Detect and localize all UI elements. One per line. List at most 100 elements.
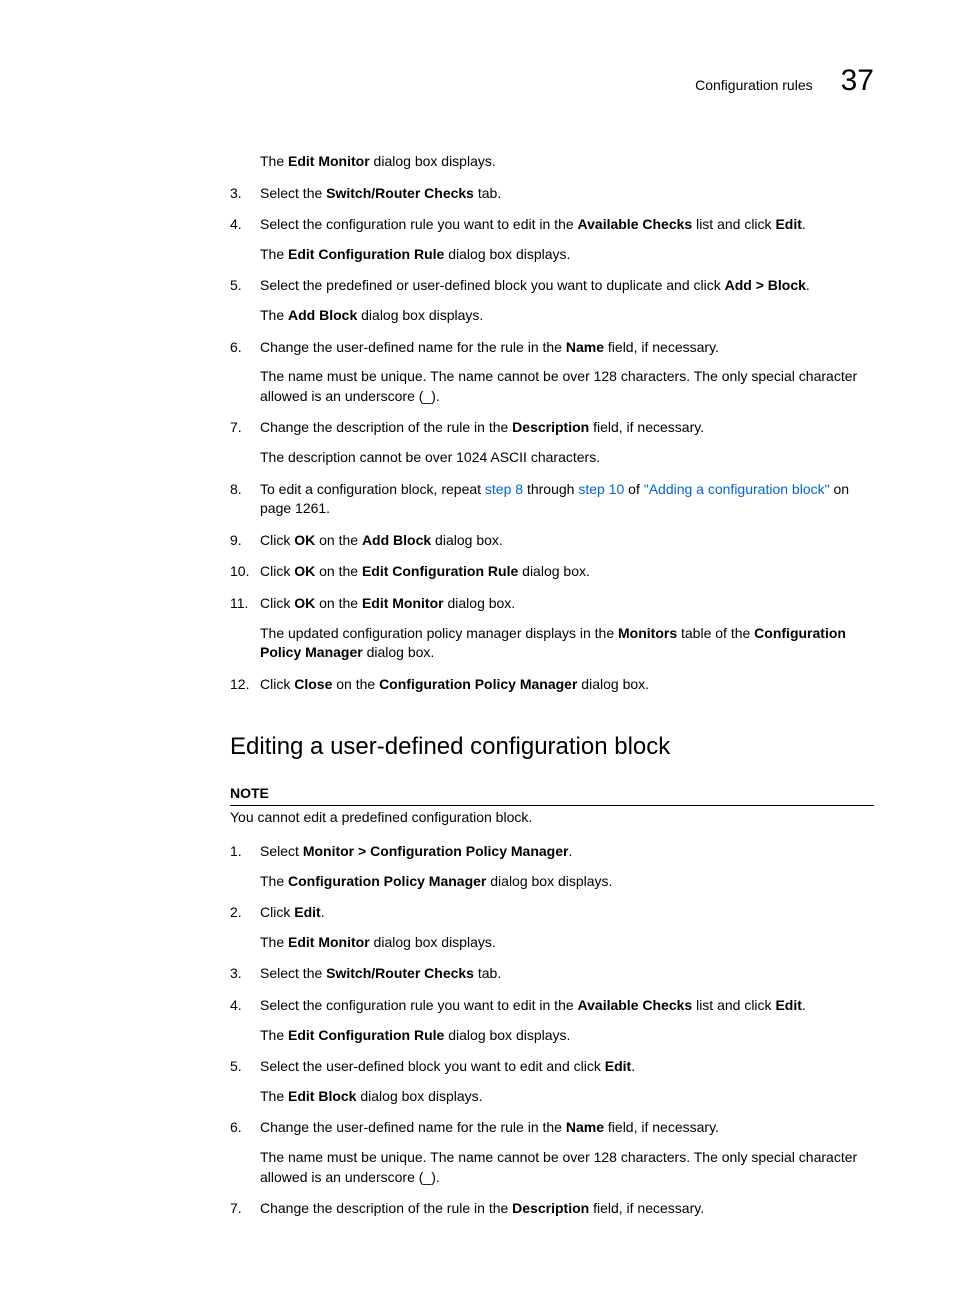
step-item: 6. Change the user-defined name for the r… (230, 1118, 874, 1187)
steps-list-1: 3.Select the Switch/Router Checks tab.4.… (230, 184, 874, 695)
step-item: 5.Select the predefined or user-defined … (230, 276, 874, 325)
text: Click (260, 532, 294, 548)
step-subtext: The updated configuration policy manager… (260, 624, 874, 663)
step-item: 6.Change the user-defined name for the r… (230, 338, 874, 407)
step-text: Select the Switch/Router Checks tab. (260, 184, 874, 204)
text: dialog box. (431, 532, 503, 548)
text: dialog box. (518, 563, 590, 579)
text: dialog box displays. (357, 307, 483, 323)
text: list and click (692, 216, 775, 232)
step-subtext: The description cannot be over 1024 ASCI… (260, 448, 874, 468)
step-text: Select Monitor > Configuration Policy Ma… (260, 842, 874, 862)
text: . (568, 843, 572, 859)
step-item: 7.Change the description of the rule in … (230, 1199, 874, 1219)
text: field, if necessary. (589, 1200, 704, 1216)
step-text: To edit a configuration block, repeat st… (260, 480, 874, 519)
text: Select the configuration rule you want t… (260, 997, 578, 1013)
text-bold: Edit (605, 1058, 631, 1074)
text: dialog box displays. (444, 246, 570, 262)
step-number: 10. (230, 562, 249, 582)
text-bold: Add > Block (725, 277, 806, 293)
step-item: 7.Change the description of the rule in … (230, 418, 874, 467)
text-bold: Description (512, 1200, 589, 1216)
text: Change the description of the rule in th… (260, 419, 512, 435)
text: The (260, 307, 288, 323)
text: on the (332, 676, 379, 692)
text: . (802, 216, 806, 232)
text: on the (315, 532, 362, 548)
step-number: 9. (230, 531, 242, 551)
step-item: 9. Click OK on the Add Block dialog box. (230, 531, 874, 551)
text-bold: Switch/Router Checks (326, 965, 474, 981)
step-number: 4. (230, 215, 242, 235)
step-item: 5.Select the user-defined block you want… (230, 1057, 874, 1106)
text: The (260, 934, 288, 950)
text: of (624, 481, 643, 497)
step-subtext: The Edit Configuration Rule dialog box d… (260, 1026, 874, 1046)
text-bold: Description (512, 419, 589, 435)
text-bold: Configuration Policy Manager (288, 873, 486, 889)
step-item: 4. Select the configuration rule you want… (230, 996, 874, 1045)
step-text: Select the Switch/Router Checks tab. (260, 964, 874, 984)
cross-reference-link[interactable]: step 10 (578, 481, 624, 497)
step-text: Change the description of the rule in th… (260, 418, 874, 438)
text-bold: Edit (775, 216, 801, 232)
text-bold: Name (566, 339, 604, 355)
text: Select (260, 843, 303, 859)
note-block: NOTE You cannot edit a predefined config… (230, 784, 874, 828)
text: table of the (677, 625, 754, 641)
text-bold: Configuration Policy Manager (379, 676, 577, 692)
text-bold: OK (294, 595, 315, 611)
page-header: Configuration rules 37 (60, 60, 894, 102)
step-item: 8.To edit a configuration block, repeat … (230, 480, 874, 519)
text: on the (315, 563, 362, 579)
text: Change the description of the rule in th… (260, 1200, 512, 1216)
text: dialog box displays. (356, 1088, 482, 1104)
text-bold: Edit Configuration Rule (288, 246, 444, 262)
text: Click (260, 904, 294, 920)
step-number: 2. (230, 903, 242, 923)
step-text: Change the description of the rule in th… (260, 1199, 874, 1219)
text: list and click (692, 997, 775, 1013)
text: on the (315, 595, 362, 611)
text: dialog box displays. (370, 934, 496, 950)
step-text: Click OK on the Add Block dialog box. (260, 531, 874, 551)
step-item: 11.Click OK on the Edit Monitor dialog b… (230, 594, 874, 663)
text-bold: Add Block (362, 532, 431, 548)
step-number: 6. (230, 338, 242, 358)
text: tab. (474, 185, 501, 201)
step-number: 4. (230, 996, 242, 1016)
text: through (523, 481, 578, 497)
step-subtext: The Edit Configuration Rule dialog box d… (260, 245, 874, 265)
text: field, if necessary. (604, 339, 719, 355)
text: dialog box displays. (486, 873, 612, 889)
cross-reference-link[interactable]: "Adding a configuration block" (644, 481, 830, 497)
text-bold: OK (294, 563, 315, 579)
step-item: 1.Select Monitor > Configuration Policy … (230, 842, 874, 891)
step-number: 12. (230, 675, 249, 695)
text-bold: Switch/Router Checks (326, 185, 474, 201)
text: . (631, 1058, 635, 1074)
text-bold: Edit (775, 997, 801, 1013)
text: dialog box. (444, 595, 516, 611)
step-number: 6. (230, 1118, 242, 1138)
cross-reference-link[interactable]: step 8 (485, 481, 523, 497)
step-number: 3. (230, 964, 242, 984)
text-bold: Edit Monitor (288, 934, 370, 950)
text-bold: Edit Monitor (288, 153, 370, 169)
step-text: Change the user-defined name for the rul… (260, 1118, 874, 1138)
text-bold: Add Block (288, 307, 357, 323)
step-subtext: The Configuration Policy Manager dialog … (260, 872, 874, 892)
text: . (806, 277, 810, 293)
note-label: NOTE (230, 784, 874, 807)
intro-text: The Edit Monitor dialog box displays. (260, 152, 874, 172)
text: Select the user-defined block you want t… (260, 1058, 605, 1074)
section-heading: Editing a user-defined configuration blo… (230, 730, 874, 764)
page-content: The Edit Monitor dialog box displays. 3.… (230, 152, 874, 1219)
text-bold: Close (294, 676, 332, 692)
text: The updated configuration policy manager… (260, 625, 618, 641)
text-bold: Edit Configuration Rule (288, 1027, 444, 1043)
text: Select the (260, 965, 326, 981)
step-subtext: The Edit Monitor dialog box displays. (260, 933, 874, 953)
step-text: Click Close on the Configuration Policy … (260, 675, 874, 695)
